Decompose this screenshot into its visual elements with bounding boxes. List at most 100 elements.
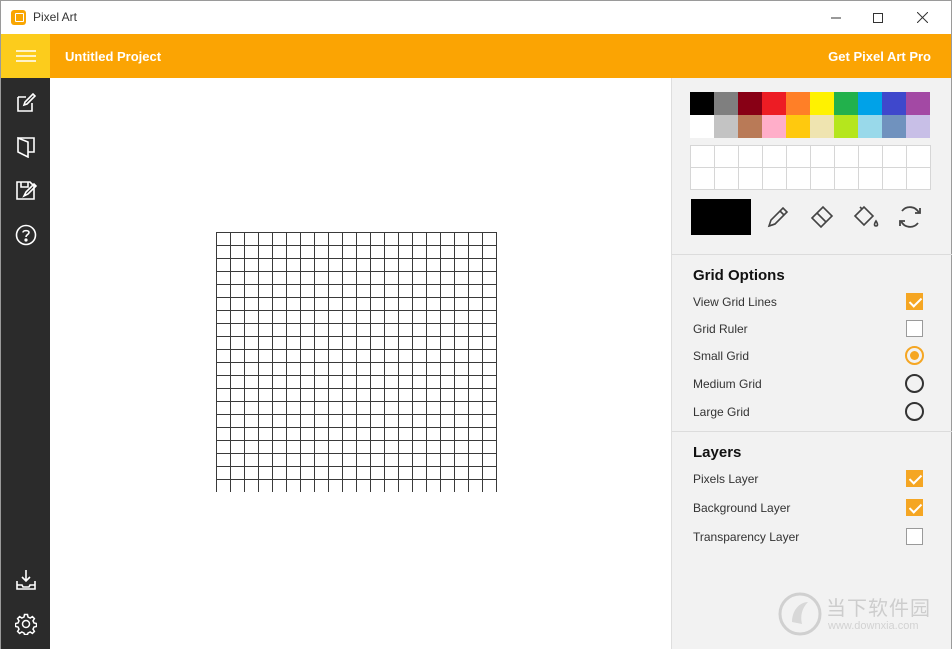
custom-color-slot[interactable] [763,146,787,168]
view-grid-lines-checkbox[interactable] [906,293,923,310]
palette-swatch[interactable] [738,92,762,115]
custom-color-slot[interactable] [835,146,859,168]
minimize-icon [831,17,841,18]
watermark-url: www.downxia.com [828,620,919,632]
settings-gear-icon [15,613,37,635]
custom-color-slot[interactable] [907,146,931,168]
pixel-grid[interactable] [216,232,497,492]
pixels-layer-label: Pixels Layer [693,472,759,486]
current-color-swatch[interactable] [691,199,751,235]
get-pro-link[interactable]: Get Pixel Art Pro [828,49,931,64]
palette-swatch[interactable] [834,92,858,115]
palette-swatch[interactable] [762,92,786,115]
palette-swatch[interactable] [858,92,882,115]
fill-bucket-icon [853,205,879,227]
palette-swatch[interactable] [714,92,738,115]
palette-swatch[interactable] [810,115,834,138]
pencil-icon [767,206,789,228]
custom-color-slot[interactable] [787,168,811,190]
grid-ruler-checkbox[interactable] [906,320,923,337]
palette-swatch[interactable] [786,115,810,138]
open-book-icon [17,136,35,158]
section-divider [672,431,952,432]
refresh-icon [899,206,921,228]
palette-swatch[interactable] [906,92,930,115]
menu-button[interactable] [1,34,50,78]
eraser-icon [810,205,834,229]
window-title: Pixel Art [33,10,78,24]
app-logo-icon [11,10,26,25]
title-bar: Pixel Art [1,1,951,34]
custom-color-slot[interactable] [859,168,883,190]
custom-color-slot[interactable] [763,168,787,190]
background-layer-checkbox[interactable] [906,499,923,516]
custom-color-slot[interactable] [883,146,907,168]
custom-color-slot[interactable] [715,168,739,190]
custom-color-slot[interactable] [739,168,763,190]
palette-swatch[interactable] [906,115,930,138]
drawing-canvas-area [50,78,671,649]
save-icon [16,181,37,200]
close-icon [916,12,928,23]
sidebar [1,78,50,649]
tools-panel: Grid Options View Grid Lines Grid Ruler … [671,78,952,649]
large-grid-radio[interactable] [905,402,924,421]
small-grid-label: Small Grid [693,349,750,363]
custom-color-slot[interactable] [691,146,715,168]
palette-swatch[interactable] [834,115,858,138]
palette-swatch[interactable] [762,115,786,138]
medium-grid-radio[interactable] [905,374,924,393]
background-layer-label: Background Layer [693,501,791,515]
minimize-button[interactable] [813,1,859,34]
close-button[interactable] [899,1,945,34]
sidebar-item-new[interactable] [14,91,38,115]
sidebar-item-help[interactable] [14,223,38,247]
palette-swatch[interactable] [810,92,834,115]
palette-swatch[interactable] [714,115,738,138]
edit-icon [17,93,36,112]
sidebar-item-open[interactable] [14,135,38,159]
app-header: Untitled Project Get Pixel Art Pro [1,34,951,78]
custom-color-slot[interactable] [907,168,931,190]
color-palette [690,92,930,138]
palette-swatch[interactable] [690,115,714,138]
custom-color-slot[interactable] [787,146,811,168]
custom-color-slot[interactable] [691,168,715,190]
download-icon [16,570,36,590]
palette-swatch[interactable] [738,115,762,138]
custom-color-slot[interactable] [883,168,907,190]
sidebar-item-settings[interactable] [14,612,38,636]
transparency-layer-label: Transparency Layer [693,530,800,544]
custom-color-slot[interactable] [739,146,763,168]
custom-colors [690,145,931,190]
section-divider [672,254,952,255]
palette-swatch[interactable] [858,115,882,138]
custom-color-slot[interactable] [835,168,859,190]
pixels-layer-checkbox[interactable] [906,470,923,487]
maximize-button[interactable] [855,1,901,34]
watermark: 当下软件园 www.downxia.com [778,590,948,638]
grid-ruler-label: Grid Ruler [693,322,748,336]
fill-tool[interactable] [850,201,882,233]
palette-swatch[interactable] [690,92,714,115]
small-grid-radio[interactable] [905,346,924,365]
sidebar-item-export[interactable] [14,568,38,592]
large-grid-label: Large Grid [693,405,750,419]
view-grid-lines-label: View Grid Lines [693,295,777,309]
reset-tool[interactable] [894,201,926,233]
sidebar-item-save[interactable] [14,179,38,203]
app-window: Pixel Art Untitled Project Get Pixel Art… [0,0,952,649]
custom-color-slot[interactable] [811,146,835,168]
custom-color-slot[interactable] [715,146,739,168]
custom-color-slot[interactable] [811,168,835,190]
transparency-layer-checkbox[interactable] [906,528,923,545]
palette-swatch[interactable] [882,92,906,115]
layers-title: Layers [693,444,742,461]
pencil-tool[interactable] [762,201,794,233]
maximize-icon [873,12,883,23]
custom-color-slot[interactable] [859,146,883,168]
palette-swatch[interactable] [882,115,906,138]
watermark-text: 当下软件园 [826,598,931,620]
palette-swatch[interactable] [786,92,810,115]
eraser-tool[interactable] [806,201,838,233]
